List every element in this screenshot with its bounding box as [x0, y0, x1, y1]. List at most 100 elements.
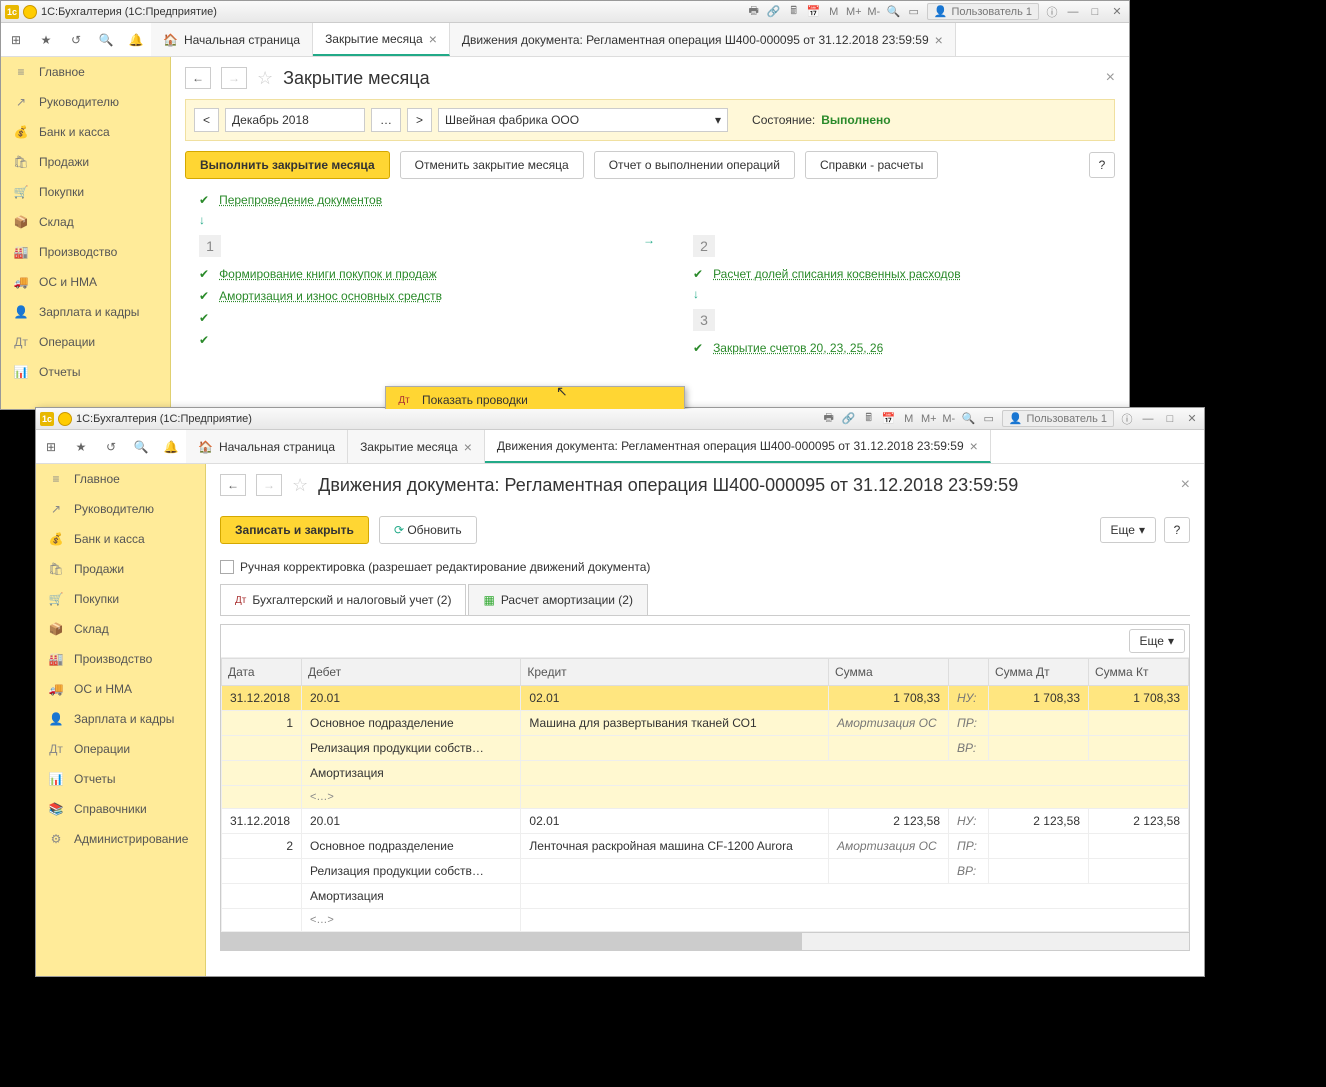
tab-doc-movements[interactable]: Движения документа: Регламентная операци… — [450, 23, 956, 56]
cancel-close-button[interactable]: Отменить закрытие месяца — [400, 151, 584, 179]
m-icon[interactable]: M — [827, 5, 841, 19]
tab-home[interactable]: 🏠Начальная страница — [151, 23, 313, 56]
horizontal-scrollbar[interactable] — [221, 932, 1189, 950]
back-button[interactable]: ← — [185, 67, 211, 89]
favorite-icon[interactable]: ★ — [66, 432, 96, 462]
save-close-button[interactable]: Записать и закрыть — [220, 516, 369, 544]
more-button[interactable]: Еще▾ — [1100, 517, 1156, 543]
sidebar-item-reports[interactable]: 📊Отчеты — [1, 357, 170, 387]
minimize-button[interactable]: — — [1065, 4, 1081, 20]
tab-doc-movements[interactable]: Движения документа: Регламентная операци… — [485, 430, 991, 463]
grid-row[interactable]: 2 Основное подразделение Ленточная раскр… — [222, 834, 1189, 859]
period-input[interactable]: Декабрь 2018 — [225, 108, 365, 132]
grid-row[interactable]: 31.12.2018 20.01 02.01 1 708,33 НУ: 1 70… — [222, 686, 1189, 711]
dropdown-icon[interactable] — [58, 412, 72, 426]
link-icon[interactable]: 🔗 — [842, 412, 856, 426]
forward-button[interactable]: → — [256, 474, 282, 496]
period-ellipsis-button[interactable]: … — [371, 108, 401, 132]
op-book-link[interactable]: Формирование книги покупок и продаж — [219, 267, 437, 281]
page-close-icon[interactable]: × — [1106, 69, 1115, 87]
tab-month-close[interactable]: Закрытие месяца× — [313, 23, 450, 56]
sidebar-item-operations[interactable]: ДтОперации — [1, 327, 170, 357]
period-next-button[interactable]: > — [407, 108, 432, 132]
favorite-star-icon[interactable]: ☆ — [292, 475, 308, 496]
bell-icon[interactable]: 🔔 — [156, 432, 186, 462]
col-credit[interactable]: Кредит — [521, 659, 829, 686]
sidebar-item-sales[interactable]: 🛍Продажи — [36, 554, 205, 584]
doc-tab-depreciation[interactable]: ▦Расчет амортизации (2) — [468, 584, 648, 615]
sidebar-item-bank[interactable]: 💰Банк и касса — [1, 117, 170, 147]
op-depreciation-link[interactable]: Амортизация и износ основных средств — [219, 289, 442, 303]
m-icon[interactable]: M — [902, 412, 916, 426]
calendar-icon[interactable]: 📅 — [882, 412, 896, 426]
maximize-button[interactable]: □ — [1162, 411, 1178, 427]
col-sum-kt[interactable]: Сумма Кт — [1089, 659, 1189, 686]
sidebar-item-production[interactable]: 🏭Производство — [1, 237, 170, 267]
grid-row[interactable]: <…> — [222, 786, 1189, 809]
report-button[interactable]: Отчет о выполнении операций — [594, 151, 795, 179]
help-button[interactable]: ? — [1089, 152, 1115, 178]
sidebar-item-operations[interactable]: ДтОперации — [36, 734, 205, 764]
manual-edit-checkbox[interactable] — [220, 560, 234, 574]
grid-row[interactable]: Релизация продукции собств… ВР: — [222, 859, 1189, 884]
info-icon[interactable]: ⓘ — [1045, 5, 1059, 19]
tab-close-icon[interactable]: × — [970, 438, 978, 454]
grid-row[interactable]: <…> — [222, 909, 1189, 932]
favorite-icon[interactable]: ★ — [31, 25, 61, 55]
col-debit[interactable]: Дебет — [302, 659, 521, 686]
col-date[interactable]: Дата — [222, 659, 302, 686]
page-close-icon[interactable]: × — [1181, 476, 1190, 494]
op-indirect-link[interactable]: Расчет долей списания косвенных расходов — [713, 267, 961, 281]
sidebar-item-stock[interactable]: 📦Склад — [1, 207, 170, 237]
back-button[interactable]: ← — [220, 474, 246, 496]
doc-tab-accounting[interactable]: ДтБухгалтерский и налоговый учет (2) — [220, 584, 466, 615]
sidebar-item-production[interactable]: 🏭Производство — [36, 644, 205, 674]
sidebar-item-admin[interactable]: ⚙Администрирование — [36, 824, 205, 854]
col-sum[interactable]: Сумма — [829, 659, 949, 686]
col-sum-dt[interactable]: Сумма Дт — [989, 659, 1089, 686]
refresh-button[interactable]: ⟳ Обновить — [379, 516, 477, 544]
panes-icon[interactable]: ▭ — [982, 412, 996, 426]
link-icon[interactable]: 🔗 — [767, 5, 781, 19]
print-icon[interactable]: 🖶 — [822, 412, 836, 426]
sidebar-item-manager[interactable]: ↗Руководителю — [36, 494, 205, 524]
sidebar-item-bank[interactable]: 💰Банк и касса — [36, 524, 205, 554]
zoom-icon[interactable]: 🔍 — [887, 5, 901, 19]
forward-button[interactable]: → — [221, 67, 247, 89]
sidebar-item-main[interactable]: ≡Главное — [36, 464, 205, 494]
sidebar-item-salary[interactable]: 👤Зарплата и кадры — [1, 297, 170, 327]
bell-icon[interactable]: 🔔 — [121, 25, 151, 55]
tab-month-close[interactable]: Закрытие месяца× — [348, 430, 485, 463]
help-button[interactable]: ? — [1164, 517, 1190, 543]
sidebar-item-purchases[interactable]: 🛒Покупки — [1, 177, 170, 207]
zoom-icon[interactable]: 🔍 — [962, 412, 976, 426]
m-plus-icon[interactable]: M+ — [922, 412, 936, 426]
period-prev-button[interactable]: < — [194, 108, 219, 132]
calc-icon[interactable]: 🖩 — [862, 412, 876, 426]
sidebar-item-main[interactable]: ≡Главное — [1, 57, 170, 87]
tab-close-icon[interactable]: × — [464, 439, 472, 455]
grid-row[interactable]: Релизация продукции собств… ВР: — [222, 736, 1189, 761]
refs-button[interactable]: Справки - расчеты — [805, 151, 938, 179]
tab-close-icon[interactable]: × — [429, 31, 437, 47]
sidebar-item-stock[interactable]: 📦Склад — [36, 614, 205, 644]
tab-close-icon[interactable]: × — [935, 32, 943, 48]
info-icon[interactable]: ⓘ — [1120, 412, 1134, 426]
tab-home[interactable]: 🏠Начальная страница — [186, 430, 348, 463]
search-icon[interactable]: 🔍 — [126, 432, 156, 462]
favorite-star-icon[interactable]: ☆ — [257, 68, 273, 89]
sidebar-item-purchases[interactable]: 🛒Покупки — [36, 584, 205, 614]
grid-row[interactable]: Амортизация — [222, 884, 1189, 909]
calc-icon[interactable]: 🖩 — [787, 5, 801, 19]
history-icon[interactable]: ↺ — [61, 25, 91, 55]
apps-icon[interactable]: ⊞ — [36, 432, 66, 462]
grid-row[interactable]: Амортизация — [222, 761, 1189, 786]
sidebar-item-refs[interactable]: 📚Справочники — [36, 794, 205, 824]
grid-row[interactable]: 1 Основное подразделение Машина для разв… — [222, 711, 1189, 736]
minimize-button[interactable]: — — [1140, 411, 1156, 427]
close-button[interactable]: ✕ — [1184, 411, 1200, 427]
sidebar-item-assets[interactable]: 🚚ОС и НМА — [36, 674, 205, 704]
m-minus-icon[interactable]: M- — [942, 412, 956, 426]
search-icon[interactable]: 🔍 — [91, 25, 121, 55]
m-minus-icon[interactable]: M- — [867, 5, 881, 19]
